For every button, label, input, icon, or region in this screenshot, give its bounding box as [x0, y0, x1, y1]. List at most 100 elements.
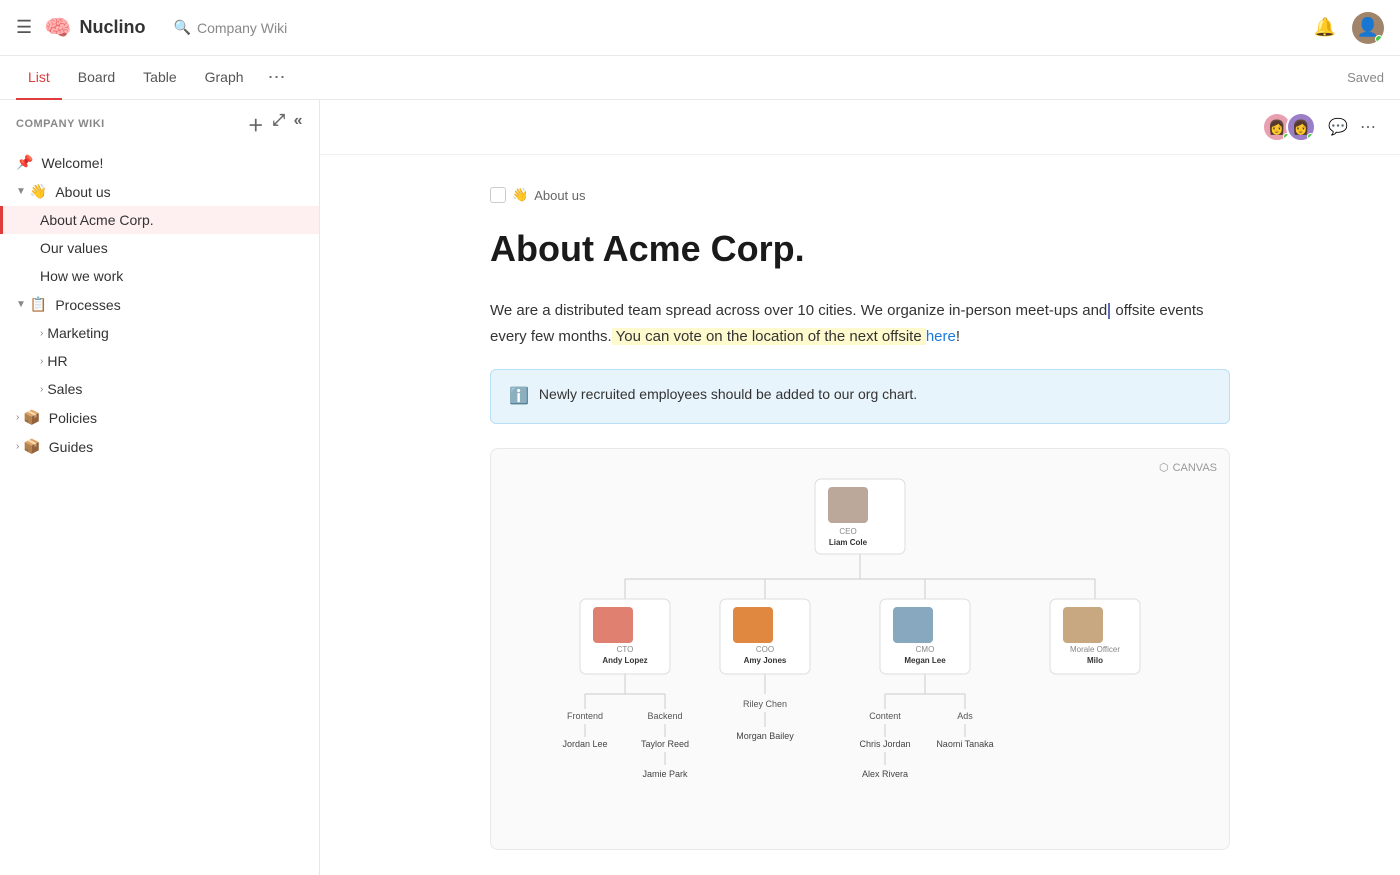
sidebar-item-policies[interactable]: › 📦 Policies ☐: [0, 403, 319, 432]
collapse-sidebar-icon[interactable]: «: [294, 112, 303, 136]
tab-graph[interactable]: Graph: [193, 56, 256, 100]
info-icon: ℹ️: [509, 385, 529, 409]
sidebar-item-label: HR: [47, 353, 292, 369]
expand-icon[interactable]: ⤢: [272, 112, 285, 136]
user-avatar[interactable]: 👤: [1352, 12, 1384, 44]
svg-text:Amy Jones: Amy Jones: [744, 656, 787, 665]
svg-text:Frontend: Frontend: [567, 711, 603, 721]
sidebar-item-welcome[interactable]: 📌 Welcome!: [0, 148, 319, 177]
collab-avatar-2: 👩: [1286, 112, 1316, 142]
search-label: Company Wiki: [197, 20, 287, 36]
svg-text:Jordan Lee: Jordan Lee: [562, 739, 607, 749]
highlighted-text: You can vote on the location of the next…: [612, 328, 926, 345]
hamburger-icon[interactable]: ☰: [16, 17, 32, 38]
svg-text:Chris Jordan: Chris Jordan: [859, 739, 910, 749]
sidebar-item-processes[interactable]: ▼ 📋 Processes ☐: [0, 290, 319, 319]
tabs-bar: List Board Table Graph ⋯ Saved: [0, 56, 1400, 100]
sidebar-item-marketing[interactable]: › Marketing ☐: [0, 319, 319, 347]
app-name: Nuclino: [80, 17, 146, 38]
more-options-icon[interactable]: ⋯: [1360, 117, 1376, 137]
text-cursor: [1108, 303, 1110, 319]
svg-text:Milo: Milo: [1087, 656, 1103, 665]
sidebar-item-label: Processes: [55, 297, 292, 313]
search-area[interactable]: 🔍 Company Wiki: [174, 19, 288, 36]
breadcrumb: 👋 About us: [490, 187, 1230, 203]
canvas-label: ⬡ CANVAS: [1159, 461, 1217, 474]
chevron-right-icon: ›: [40, 356, 43, 367]
tab-list[interactable]: List: [16, 56, 62, 100]
sidebar-item-about-acme[interactable]: About Acme Corp. ☐: [0, 206, 319, 234]
breadcrumb-text: About us: [534, 188, 585, 203]
sidebar-item-how-we-work[interactable]: How we work: [0, 262, 319, 290]
sidebar-item-guides[interactable]: › 📦 Guides ☐: [0, 432, 319, 461]
tab-table[interactable]: Table: [131, 56, 188, 100]
content-inner: 👋 About us About Acme Corp. We are a dis…: [430, 155, 1290, 875]
bell-icon[interactable]: 🔔: [1314, 17, 1336, 38]
sidebar: COMPANY WIKI ＋ ⤢ « 📌 Welcome! ▼ 👋 About …: [0, 100, 320, 875]
collaborator-avatars: 👩 👩: [1262, 112, 1316, 142]
svg-text:CEO: CEO: [839, 527, 856, 536]
sidebar-header-icons: ＋ ⤢ «: [248, 112, 303, 136]
ceo-node: CEO Liam Cole: [815, 479, 905, 554]
tab-board[interactable]: Board: [66, 56, 127, 100]
brain-icon: 🧠: [44, 15, 71, 41]
book-icon: 📦: [23, 438, 40, 455]
saved-status: Saved: [1347, 70, 1384, 85]
more-tabs-icon[interactable]: ⋯: [268, 67, 286, 88]
content-paragraph-1: We are a distributed team spread across …: [490, 298, 1230, 349]
search-icon: 🔍: [174, 19, 191, 36]
sidebar-item-sales[interactable]: › Sales ☐: [0, 375, 319, 403]
svg-text:CMO: CMO: [916, 645, 935, 654]
page-title: About Acme Corp.: [490, 227, 1230, 270]
sidebar-item-label: Marketing: [47, 325, 292, 341]
breadcrumb-icon: 👋: [512, 187, 528, 203]
svg-text:Content: Content: [869, 711, 901, 721]
comment-icon[interactable]: 💬: [1328, 117, 1348, 137]
sidebar-item-label: Policies: [49, 410, 292, 426]
svg-text:Alex Rivera: Alex Rivera: [862, 769, 908, 779]
sidebar-item-about-us[interactable]: ▼ 👋 About us ☐: [0, 177, 319, 206]
cto-node: CTO Andy Lopez: [580, 599, 670, 674]
para1-text1: We are a distributed team spread across …: [490, 302, 1107, 319]
svg-text:Backend: Backend: [647, 711, 682, 721]
canvas-text: CANVAS: [1173, 462, 1217, 474]
content-area: 👩 👩 💬 ⋯ 👋 About us About Acme Corp.: [320, 100, 1400, 875]
content-header: 👩 👩 💬 ⋯: [320, 100, 1400, 155]
svg-text:Megan Lee: Megan Lee: [904, 656, 946, 665]
wave-icon: 👋: [30, 183, 47, 200]
pin-icon: 📌: [16, 154, 33, 171]
sidebar-section-title: COMPANY WIKI: [16, 118, 105, 130]
sidebar-header: COMPANY WIKI ＋ ⤢ «: [0, 100, 319, 148]
collapse-arrow-icon: ›: [16, 412, 19, 423]
collapse-arrow-icon: ▼: [16, 186, 26, 197]
coo-node: COO Amy Jones: [720, 599, 810, 674]
chevron-right-icon: ›: [40, 384, 43, 395]
sidebar-item-label: How we work: [40, 268, 303, 284]
add-item-icon[interactable]: ＋: [248, 112, 265, 136]
main-layout: COMPANY WIKI ＋ ⤢ « 📌 Welcome! ▼ 👋 About …: [0, 100, 1400, 875]
collapse-arrow-icon: ›: [16, 441, 19, 452]
breadcrumb-checkbox[interactable]: [490, 187, 506, 203]
chevron-right-icon: ›: [40, 328, 43, 339]
org-chart-svg: CEO Liam Cole C: [550, 469, 1170, 829]
sidebar-item-label: Guides: [49, 439, 292, 455]
svg-text:CTO: CTO: [617, 645, 634, 654]
logo-area: 🧠 Nuclino: [44, 15, 145, 41]
morale-node: Morale Officer Milo: [1050, 599, 1140, 674]
here-link[interactable]: here: [926, 328, 956, 345]
sidebar-item-label: Sales: [47, 381, 292, 397]
svg-text:COO: COO: [756, 645, 774, 654]
sidebar-item-label: Welcome!: [41, 155, 303, 171]
sidebar-item-label: About Acme Corp.: [40, 212, 292, 228]
svg-text:Riley Chen: Riley Chen: [743, 699, 787, 709]
box-icon: 📦: [23, 409, 40, 426]
svg-text:Ads: Ads: [957, 711, 973, 721]
org-chart-container: ⬡ CANVAS CEO Liam Cole: [490, 448, 1230, 850]
online-indicator: [1375, 35, 1383, 43]
sidebar-item-hr[interactable]: › HR ☐: [0, 347, 319, 375]
sidebar-item-our-values[interactable]: Our values: [0, 234, 319, 262]
canvas-icon: ⬡: [1159, 461, 1169, 474]
svg-text:Naomi Tanaka: Naomi Tanaka: [936, 739, 993, 749]
top-nav: ☰ 🧠 Nuclino 🔍 Company Wiki 🔔 👤: [0, 0, 1400, 56]
svg-text:Taylor Reed: Taylor Reed: [641, 739, 689, 749]
